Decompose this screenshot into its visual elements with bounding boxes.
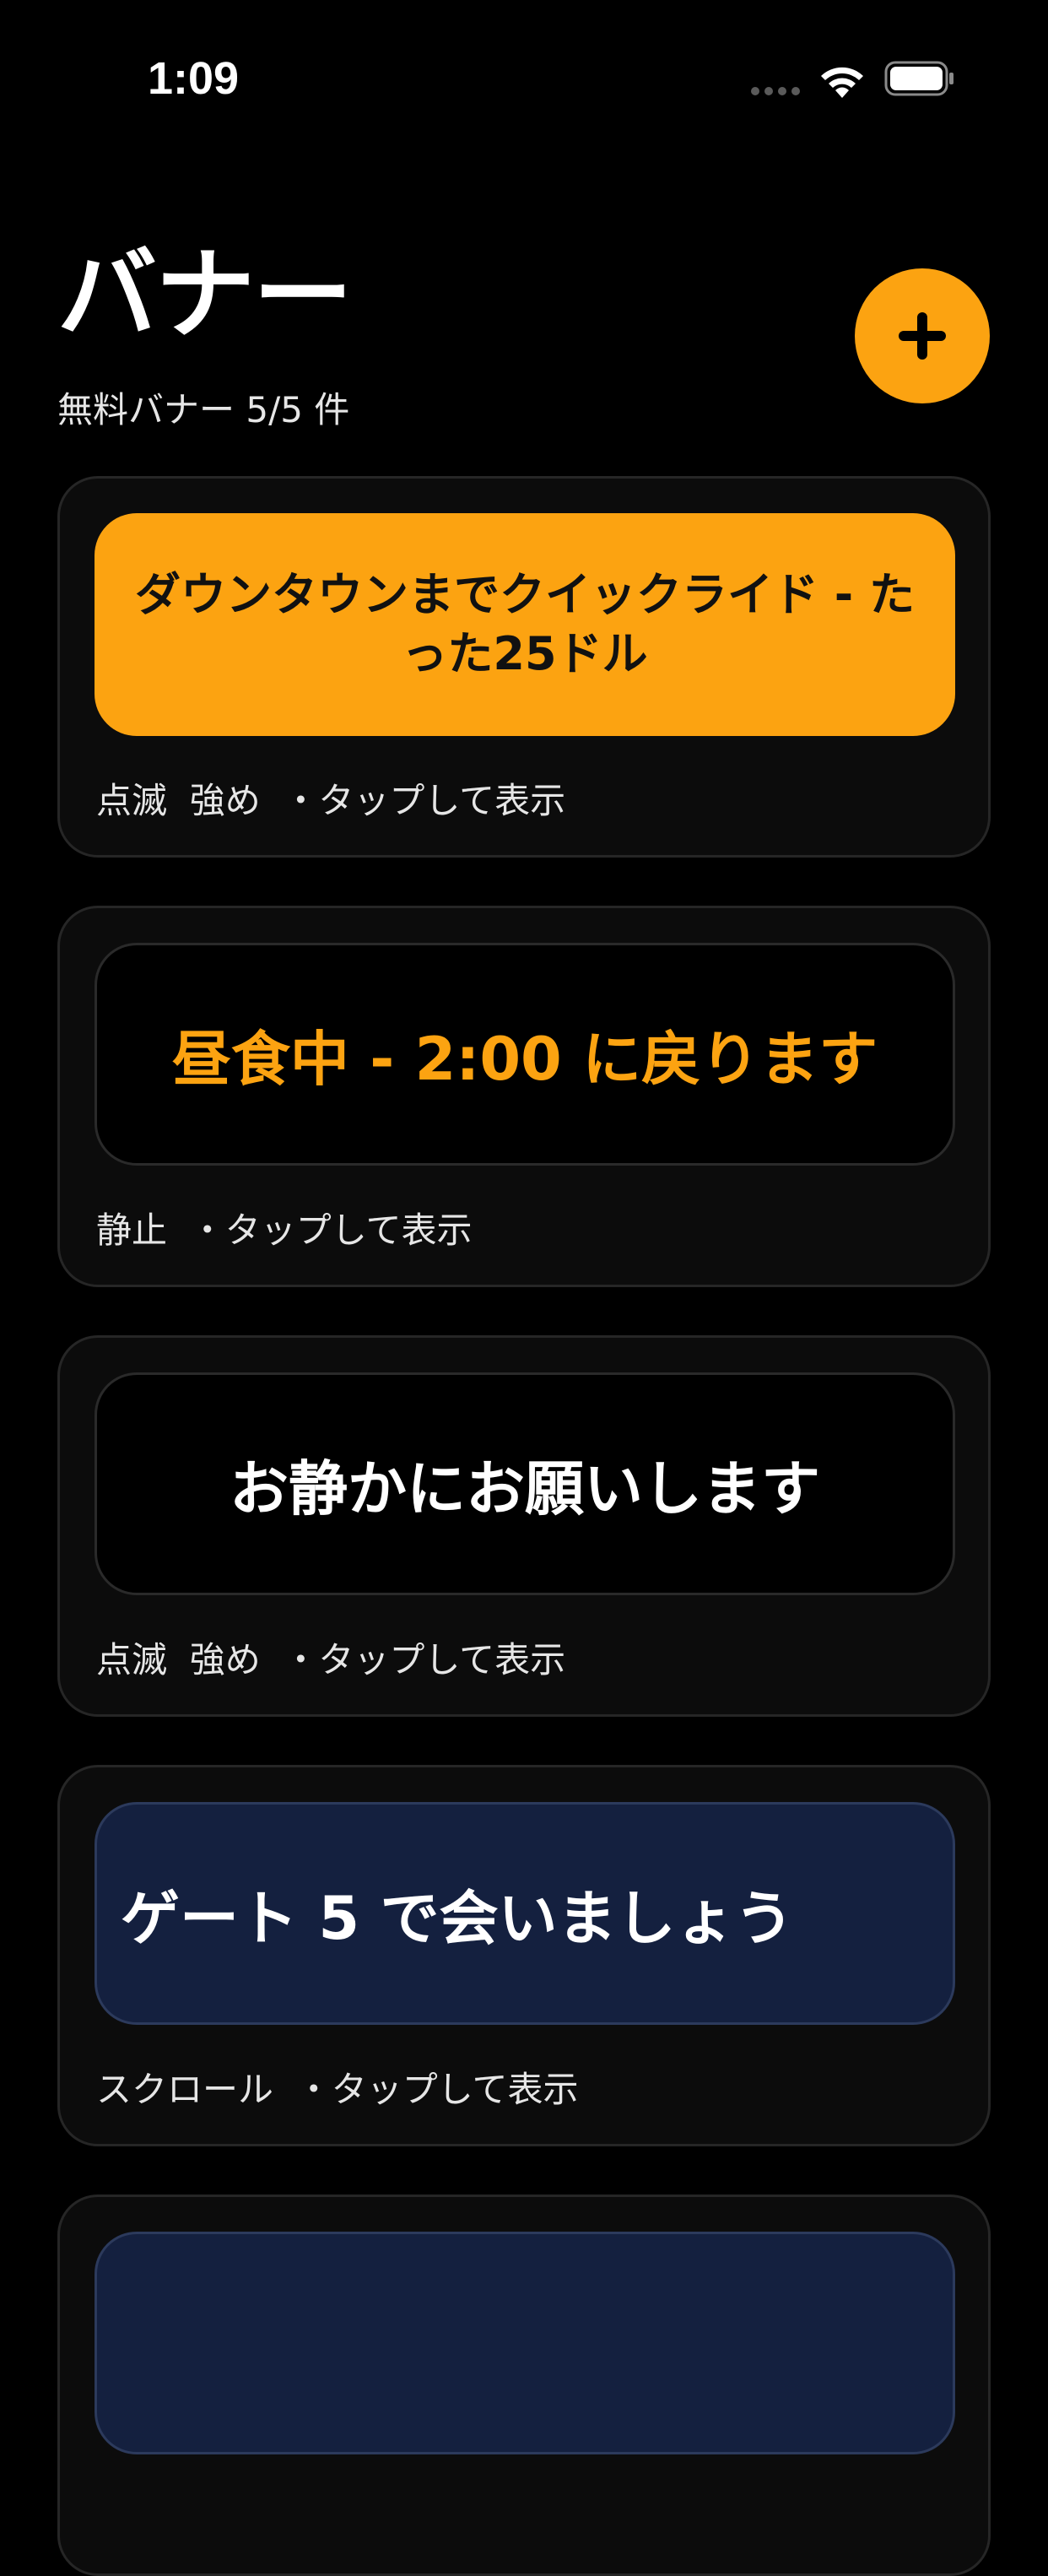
banner-card[interactable]: 昼食中 - 2:00 に戻ります 静止 ・タップして表示 [57,906,991,1287]
banner-meta: 点滅 強め ・タップして表示 [96,1639,566,1680]
banner-meta: スクロール ・タップして表示 [96,2069,579,2110]
banner-card[interactable]: ダウンタウンまでクイックライド - たった25ドル 点滅 強め ・タップして表示 [57,476,991,858]
banner-text: ゲート 5 で会いましょう [121,1883,794,1953]
banner-preview[interactable] [95,2232,955,2454]
banner-card[interactable]: ゲート 5 で会いましょう スクロール ・タップして表示 [57,1765,991,2146]
wifi-icon [821,67,863,98]
banner-card[interactable]: お静かにお願いします 点滅 強め ・タップして表示 [57,1335,991,1717]
page-title: バナー [57,236,353,353]
banner-preview[interactable]: 昼食中 - 2:00 に戻ります [95,943,955,1166]
banner-meta: 静止 ・タップして表示 [96,1210,473,1251]
cellular-signal-icon [751,87,800,95]
add-banner-button[interactable] [855,268,990,403]
banner-text: お静かにお願いします [230,1453,820,1523]
banner-text: 昼食中 - 2:00 に戻ります [171,1024,878,1094]
banner-count-subtitle: 無料バナー 5/5 件 [57,389,350,430]
banner-preview[interactable]: お静かにお願いします [95,1372,955,1595]
banner-preview[interactable]: ゲート 5 で会いましょう [95,1802,955,2025]
banner-preview[interactable]: ダウンタウンまでクイックライド - たった25ドル [95,513,955,736]
status-time: 1:09 [148,53,240,104]
banner-text: ダウンタウンまでクイックライド - たった25ドル [134,567,915,680]
banner-card[interactable] [57,2194,991,2576]
banner-meta: 点滅 強め ・タップして表示 [96,780,566,821]
battery-icon [884,61,953,96]
plus-icon [899,312,946,360]
